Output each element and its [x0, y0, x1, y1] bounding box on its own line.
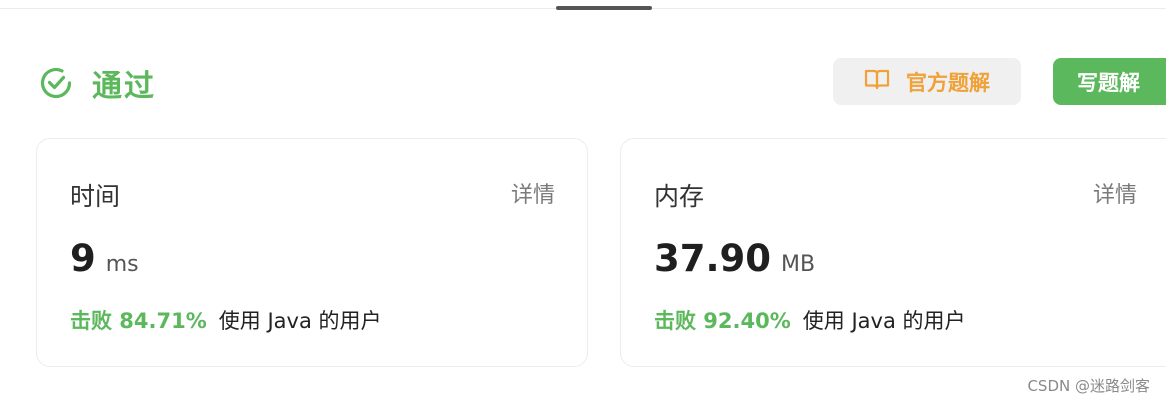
- memory-detail-link[interactable]: 详情: [1093, 177, 1137, 209]
- check-circle-icon: [38, 65, 74, 101]
- runtime-card: 时间 详情 9 ms 击败 84.71% 使用 Java 的用户: [36, 138, 588, 367]
- memory-unit: MB: [781, 252, 816, 277]
- runtime-title: 时间: [70, 182, 121, 211]
- status-label: 通过: [92, 69, 156, 104]
- memory-beat-percent: 击败 92.40%: [654, 309, 791, 333]
- memory-beat-row: 击败 92.40% 使用 Java 的用户: [654, 305, 966, 335]
- runtime-detail-link[interactable]: 详情: [511, 177, 555, 209]
- runtime-beat-percent: 击败 84.71%: [70, 309, 207, 333]
- runtime-unit: ms: [105, 252, 139, 277]
- runtime-value: 9: [70, 237, 96, 280]
- active-tab-indicator: [556, 6, 652, 10]
- submission-status: 通过: [38, 63, 156, 104]
- book-icon: [864, 68, 906, 96]
- runtime-beat-suffix: 使用 Java 的用户: [218, 309, 382, 333]
- memory-title: 内存: [654, 182, 705, 211]
- runtime-value-row: 9 ms: [70, 237, 139, 280]
- memory-value-row: 37.90 MB: [654, 237, 815, 280]
- official-solution-label: 官方题解: [906, 71, 990, 95]
- watermark: CSDN @迷路剑客: [1027, 377, 1150, 395]
- memory-value: 37.90: [654, 237, 772, 280]
- memory-beat-suffix: 使用 Java 的用户: [802, 309, 966, 333]
- memory-card: 内存 详情 37.90 MB 击败 92.40% 使用 Java 的用户: [620, 138, 1166, 367]
- official-solution-button[interactable]: 官方题解: [833, 58, 1021, 105]
- write-solution-button[interactable]: 写题解: [1053, 58, 1166, 105]
- runtime-beat-row: 击败 84.71% 使用 Java 的用户: [70, 305, 382, 335]
